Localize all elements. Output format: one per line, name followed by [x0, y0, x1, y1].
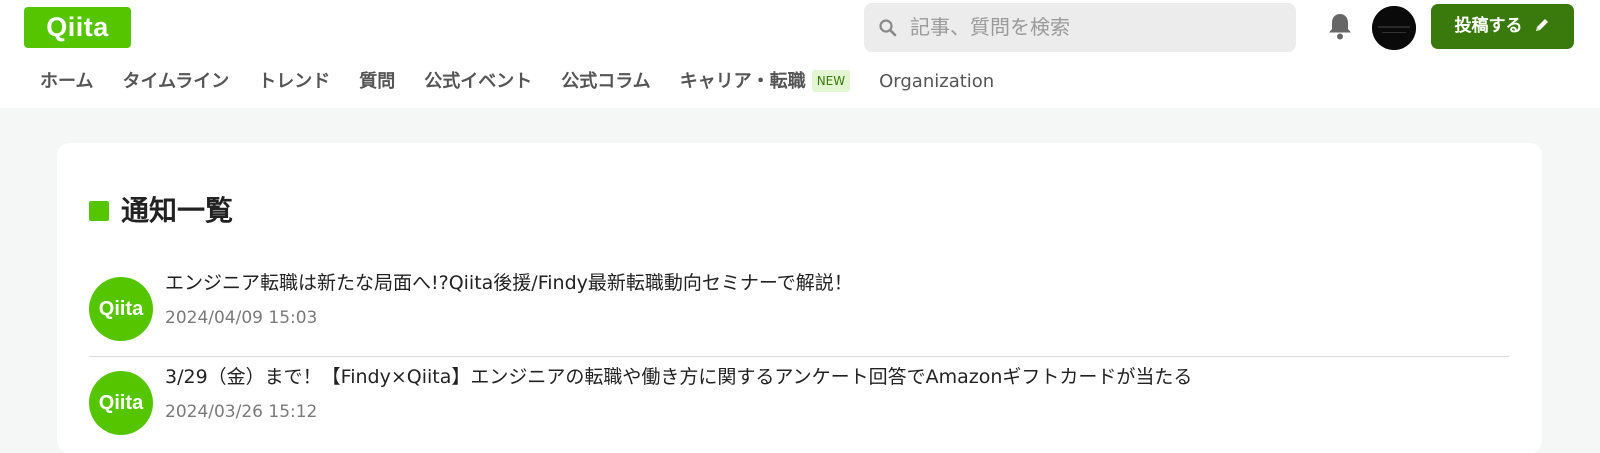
nav-item-trend[interactable]: トレンド: [258, 67, 330, 97]
qiita-logo[interactable]: Qiita: [24, 7, 131, 48]
page-title-text: 通知一覧: [121, 194, 234, 227]
nav-item-career-label: キャリア・転職: [679, 71, 806, 92]
nav-item-questions[interactable]: 質問: [359, 67, 395, 97]
search-placeholder: 記事、質問を検索: [910, 15, 1070, 39]
post-button[interactable]: 投稿する: [1431, 4, 1574, 49]
title-marker: [89, 201, 109, 221]
notifications-card: 通知一覧 Qiita エンジニア転職は新たな局面へ!?Qiita後援/Findy…: [57, 143, 1542, 453]
pencil-icon: [1536, 19, 1549, 31]
nav-item-home[interactable]: ホーム: [40, 67, 93, 97]
search-icon: [879, 19, 897, 37]
notification-text[interactable]: エンジニア転職は新たな局面へ!?Qiita後援/Findy最新転職動向セミナーで…: [165, 266, 853, 300]
nav-item-official-events[interactable]: 公式イベント: [424, 67, 532, 97]
notification-date: 2024/04/09 15:03: [165, 308, 318, 328]
nav-item-organization[interactable]: Organization: [879, 67, 994, 97]
new-badge: NEW: [811, 70, 851, 92]
bell-icon[interactable]: [1326, 11, 1354, 41]
qiita-avatar-icon: Qiita: [89, 371, 153, 435]
nav-item-timeline[interactable]: タイムライン: [122, 67, 229, 97]
global-header: Qiita 記事、質問を検索 投稿する ホーム タイムライン トレンド 質問 公式イベン…: [0, 0, 1600, 108]
post-button-label: 投稿する: [1454, 16, 1523, 36]
search-input[interactable]: 記事、質問を検索: [864, 3, 1296, 52]
nav-item-career[interactable]: キャリア・転職 NEW: [679, 67, 851, 97]
nav-item-official-columns[interactable]: 公式コラム: [561, 67, 650, 97]
avatar[interactable]: [1372, 6, 1416, 50]
global-nav: ホーム タイムライン トレンド 質問 公式イベント 公式コラム キャリア・転職 NEW Orga…: [24, 67, 1007, 97]
notification-date: 2024/03/26 15:12: [165, 402, 318, 422]
qiita-avatar-icon: Qiita: [89, 277, 153, 341]
notification-text[interactable]: 3/29（金）まで！【Findy×Qiita】エンジニアの転職や働き方に関するア…: [165, 360, 1192, 394]
notification-item[interactable]: Qiita 3/29（金）まで！【Findy×Qiita】エンジニアの転職や働き…: [89, 360, 1509, 452]
divider: [89, 356, 1509, 357]
notification-item[interactable]: Qiita エンジニア転職は新たな局面へ!?Qiita後援/Findy最新転職動…: [89, 266, 1509, 358]
